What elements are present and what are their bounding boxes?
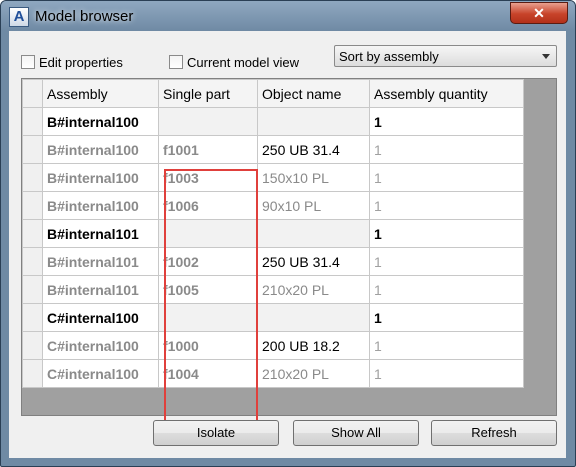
single-part-cell (158, 219, 258, 248)
single-part-cell: f1003 (158, 163, 258, 192)
row-header[interactable] (22, 163, 43, 192)
assembly-quantity-cell: 1 (369, 247, 524, 276)
table-row[interactable]: C#internal100 f1004 210x20 PL 1 (22, 359, 524, 388)
refresh-button[interactable]: Refresh (431, 420, 557, 446)
assembly-cell: B#internal101 (42, 247, 159, 276)
row-header[interactable] (22, 303, 43, 332)
column-header-assembly[interactable]: Assembly (42, 79, 159, 108)
table-row[interactable]: B#internal100 f1006 90x10 PL 1 (22, 191, 524, 220)
autocad-app-icon: A (9, 7, 29, 27)
parts-table: Assembly Single part Object name Assembl… (22, 79, 524, 388)
row-header-corner[interactable] (22, 79, 43, 108)
row-header[interactable] (22, 247, 43, 276)
table-row[interactable]: B#internal100 1 (22, 107, 524, 136)
sort-dropdown-value: Sort by assembly (339, 49, 439, 64)
sort-dropdown[interactable]: Sort by assembly (334, 45, 557, 67)
assembly-quantity-cell: 1 (369, 191, 524, 220)
object-name-cell: 200 UB 18.2 (257, 331, 370, 360)
single-part-cell: f1000 (158, 331, 258, 360)
assembly-quantity-cell: 1 (369, 359, 524, 388)
assembly-cell: C#internal100 (42, 359, 159, 388)
object-name-cell (257, 303, 370, 332)
assembly-quantity-cell: 1 (369, 135, 524, 164)
object-name-cell: 150x10 PL (257, 163, 370, 192)
row-header[interactable] (22, 331, 43, 360)
object-name-cell (257, 219, 370, 248)
table-row[interactable]: C#internal100 f1000 200 UB 18.2 1 (22, 331, 524, 360)
show-all-button[interactable]: Show All (293, 420, 419, 446)
assembly-quantity-cell: 1 (369, 303, 524, 332)
assembly-quantity-cell: 1 (369, 275, 524, 304)
checkbox-box[interactable] (21, 55, 35, 69)
object-name-cell (257, 107, 370, 136)
column-header-single-part[interactable]: Single part (158, 79, 258, 108)
object-name-cell: 210x20 PL (257, 275, 370, 304)
row-header[interactable] (22, 107, 43, 136)
close-button[interactable]: ✕ (510, 2, 568, 24)
object-name-cell: 250 UB 31.4 (257, 247, 370, 276)
table-row[interactable]: B#internal101 f1002 250 UB 31.4 1 (22, 247, 524, 276)
assembly-cell: C#internal100 (42, 303, 159, 332)
assembly-cell: B#internal100 (42, 107, 159, 136)
table-row[interactable]: B#internal101 1 (22, 219, 524, 248)
title-bar[interactable]: A Model browser ✕ (1, 1, 575, 31)
single-part-cell (158, 107, 258, 136)
row-header[interactable] (22, 275, 43, 304)
checkbox-box[interactable] (169, 55, 183, 69)
assembly-cell: C#internal100 (42, 331, 159, 360)
table-row[interactable]: B#internal101 f1005 210x20 PL 1 (22, 275, 524, 304)
assembly-cell: B#internal101 (42, 275, 159, 304)
isolate-button[interactable]: Isolate (153, 420, 279, 446)
dialog-body: Edit properties Current model view Sort … (9, 31, 566, 458)
table-row[interactable]: B#internal100 f1001 250 UB 31.4 1 (22, 135, 524, 164)
column-header-object-name[interactable]: Object name (257, 79, 370, 108)
row-header[interactable] (22, 219, 43, 248)
table-row[interactable]: C#internal100 1 (22, 303, 524, 332)
window-title: Model browser (35, 8, 134, 25)
model-browser-window: A Model browser ✕ Edit properties Curren… (0, 0, 576, 467)
current-model-view-label: Current model view (187, 54, 299, 70)
table-header-row: Assembly Single part Object name Assembl… (22, 79, 524, 108)
assembly-quantity-cell: 1 (369, 107, 524, 136)
model-grid: Assembly Single part Object name Assembl… (21, 78, 557, 445)
edit-properties-label: Edit properties (39, 54, 123, 70)
current-model-view-checkbox[interactable]: Current model view (169, 54, 299, 70)
single-part-cell: f1001 (158, 135, 258, 164)
row-header[interactable] (22, 135, 43, 164)
assembly-cell: B#internal101 (42, 219, 159, 248)
object-name-cell: 90x10 PL (257, 191, 370, 220)
assembly-cell: B#internal100 (42, 191, 159, 220)
assembly-quantity-cell: 1 (369, 163, 524, 192)
assembly-cell: B#internal100 (42, 163, 159, 192)
single-part-cell: f1004 (158, 359, 258, 388)
row-header[interactable] (22, 359, 43, 388)
single-part-cell: f1005 (158, 275, 258, 304)
column-header-assembly-quantity[interactable]: Assembly quantity (369, 79, 524, 108)
row-header[interactable] (22, 191, 43, 220)
single-part-cell: f1002 (158, 247, 258, 276)
edit-properties-checkbox[interactable]: Edit properties (21, 54, 123, 70)
object-name-cell: 250 UB 31.4 (257, 135, 370, 164)
object-name-cell: 210x20 PL (257, 359, 370, 388)
single-part-cell (158, 303, 258, 332)
table-row[interactable]: B#internal100 f1003 150x10 PL 1 (22, 163, 524, 192)
assembly-quantity-cell: 1 (369, 219, 524, 248)
assembly-cell: B#internal100 (42, 135, 159, 164)
table-body: B#internal100 1 B#internal100 f1001 250 UB 3… (22, 107, 524, 388)
chevron-down-icon[interactable] (542, 54, 550, 59)
assembly-quantity-cell: 1 (369, 331, 524, 360)
single-part-cell: f1006 (158, 191, 258, 220)
